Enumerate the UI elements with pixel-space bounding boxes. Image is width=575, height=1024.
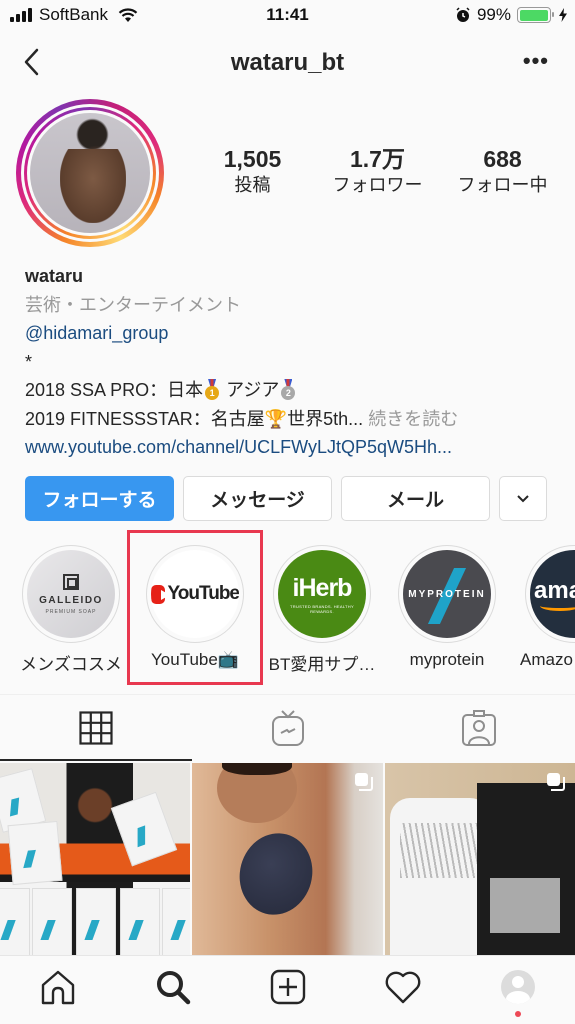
post-thumbnail[interactable] [384, 763, 575, 955]
tab-igtv[interactable] [192, 695, 384, 761]
profile-category: 芸術・エンターテイメント [25, 294, 241, 315]
profile-actions: フォローする メッセージ メール [25, 476, 547, 521]
suggestions-dropdown-button[interactable] [499, 476, 547, 521]
posts-label: 投稿 [234, 175, 271, 195]
followers-count: 1.7万 [350, 146, 405, 172]
tab-tagged[interactable] [383, 695, 575, 761]
profile-avatar-story-ring[interactable] [16, 99, 164, 247]
message-button[interactable]: メッセージ [183, 476, 332, 521]
highlight-item[interactable]: YouTube YouTube📺 [135, 545, 255, 670]
read-more-link[interactable]: 続きを読む [368, 409, 458, 429]
cover-title: YouTube [167, 583, 239, 604]
gold-medal-icon: 1 [205, 379, 220, 400]
grid-icon [79, 711, 113, 745]
website-link[interactable]: www.youtube.com/channel/UCLFWyLJtQP5qW5H… [25, 433, 565, 462]
cover-title: GALLEIDO [39, 594, 103, 606]
display-name: wataru [25, 266, 84, 286]
more-options-button[interactable]: ••• [523, 48, 549, 74]
highlight-cover: GALLEIDO PREMIUM SOAP [27, 550, 115, 638]
highlight-item[interactable]: ama Amazo [514, 545, 575, 670]
notification-dot [514, 1011, 521, 1017]
nav-home[interactable] [0, 956, 115, 1024]
tagged-icon [462, 710, 497, 746]
battery-icon [517, 7, 554, 23]
nav-profile[interactable] [460, 956, 575, 1024]
stat-following[interactable]: 688 フォロー中 [440, 145, 565, 197]
carousel-icon [354, 773, 373, 791]
follow-button[interactable]: フォローする [25, 476, 174, 521]
bio-line: 2018 SSA PRO：日本 1 アジア 2 [25, 376, 565, 405]
plus-square-icon [270, 969, 305, 1005]
nav-new-post[interactable] [230, 956, 345, 1024]
home-icon [41, 970, 74, 1005]
highlight-label: メンズコスメ [20, 655, 122, 674]
instagram-profile-screen: SoftBank 11:41 99% wataru_bt ••• 1,505 投… [0, 0, 575, 1024]
stat-posts[interactable]: 1,505 投稿 [190, 145, 315, 197]
bio-text: 2019 FITNESSSTAR：名古屋 [25, 408, 265, 429]
followers-label: フォロワー [332, 175, 423, 195]
profile-bio: wataru 芸術・エンターテイメント @hidamari_group * 20… [25, 262, 565, 462]
posts-count: 1,505 [223, 146, 282, 172]
cover-title: MYPROTEIN [408, 588, 486, 600]
highlight-item[interactable]: MYPROTEIN myprotein [387, 545, 507, 670]
bio-line: * [25, 351, 33, 372]
stat-followers[interactable]: 1.7万 フォロワー [315, 145, 440, 197]
username-title: wataru_bt [230, 49, 345, 76]
trophy-icon: 🏆 [264, 408, 288, 429]
highlight-item[interactable]: GALLEIDO PREMIUM SOAP メンズコスメ [11, 545, 131, 675]
highlight-item[interactable]: iHerb TRUSTED BRANDS. HEALTHY REWARDS. B… [262, 545, 382, 675]
following-count: 688 [483, 146, 522, 172]
profile-header: wataru_bt ••• [0, 34, 575, 90]
heart-icon [385, 971, 420, 1004]
profile-tabs [0, 695, 575, 761]
bio-text: 世界5th... [287, 408, 364, 429]
profile-avatar-icon [500, 970, 535, 1004]
highlight-cover: MYPROTEIN [403, 550, 491, 638]
mention-link[interactable]: @hidamari_group [25, 319, 565, 348]
charging-icon [559, 8, 567, 22]
nav-search[interactable] [115, 956, 230, 1024]
mail-button[interactable]: メール [341, 476, 490, 521]
chevron-down-icon [517, 494, 529, 502]
status-bar: SoftBank 11:41 99% [0, 0, 575, 32]
highlight-label: BT愛用サプ… [268, 655, 376, 674]
highlight-cover: iHerb TRUSTED BRANDS. HEALTHY REWARDS. [278, 550, 366, 638]
cover-subtitle: TRUSTED BRANDS. HEALTHY REWARDS. [290, 604, 354, 614]
bio-text: 2018 SSA PRO：日本 [25, 380, 204, 400]
highlight-label: myprotein [409, 650, 485, 669]
amazon-smile-icon [540, 601, 575, 611]
silver-medal-icon: 2 [281, 379, 296, 400]
profile-avatar [30, 113, 150, 233]
post-thumbnail[interactable] [192, 763, 383, 955]
post-thumbnail[interactable] [0, 763, 191, 955]
carousel-icon [546, 773, 565, 791]
posts-grid [0, 763, 575, 955]
battery-percent: 99% [476, 5, 511, 24]
tab-grid[interactable] [0, 695, 192, 761]
cover-title: iHerb [292, 574, 353, 602]
igtv-icon [271, 710, 304, 746]
bio-line: 2019 FITNESSSTAR：名古屋🏆世界5th... 続きを読む [25, 405, 565, 434]
following-label: フォロー中 [457, 175, 548, 195]
bottom-navigation [0, 955, 575, 1024]
nav-activity[interactable] [345, 956, 460, 1024]
alarm-icon [456, 7, 470, 22]
profile-stats: 1,505 投稿 1.7万 フォロワー 688 フォロー中 [190, 145, 565, 197]
highlight-label: YouTube📺 [151, 650, 239, 669]
highlight-label: Amazo [520, 650, 573, 669]
galleido-logo-icon [63, 573, 79, 590]
highlight-cover: ama [530, 550, 575, 638]
cover-subtitle: PREMIUM SOAP [45, 608, 97, 615]
search-icon [156, 971, 190, 1005]
story-highlights: GALLEIDO PREMIUM SOAP メンズコスメ YouTube You… [0, 545, 575, 685]
bio-text: アジア [226, 380, 280, 400]
youtube-play-icon [151, 584, 170, 604]
highlight-cover: YouTube [151, 550, 239, 638]
